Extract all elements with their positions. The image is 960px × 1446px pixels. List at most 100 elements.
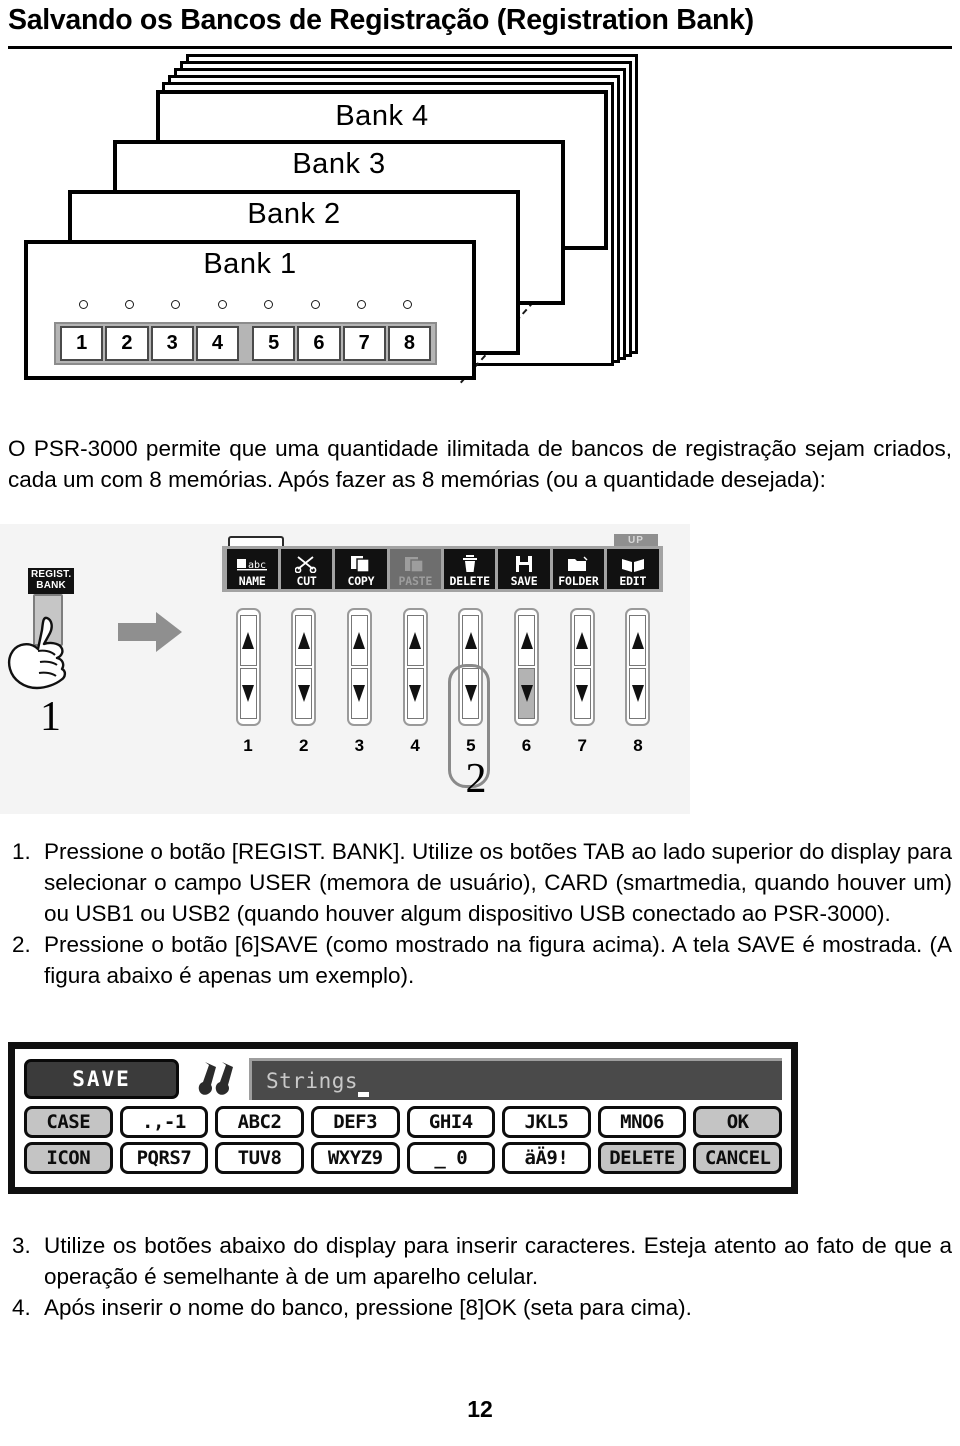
memory-led [60,300,106,318]
instruction-text: Pressione o botão [6]SAVE (como mostrado… [44,932,952,988]
lcd-key-abc2[interactable]: ABC2 [215,1106,304,1138]
down-button[interactable] [629,668,647,719]
instruction-text: Após inserir o nome do banco, pressione … [44,1295,692,1320]
memory-button[interactable]: 6 [297,326,341,361]
toolbar-button-delete[interactable]: DELETE [444,549,496,589]
name-abc-icon: abc [237,554,268,574]
folder-icon [567,554,589,574]
updown-number: 1 [243,736,253,755]
memory-button[interactable]: 4 [195,326,239,361]
toolbar-button-edit[interactable]: EDIT [607,549,659,589]
down-button[interactable] [295,668,313,719]
lcd-key-icon[interactable]: ICON [24,1142,113,1174]
panel-operation-figure: REGIST. BANK 1 UP abc NAME CUT COPY PAST… [0,524,690,814]
instruction-number: 2. [12,932,31,957]
lcd-key-punct1[interactable]: .,-1 [119,1106,209,1138]
lcd-key-tuv8[interactable]: TUV8 [215,1142,304,1174]
lcd-key-ghi4[interactable]: GHI4 [406,1106,496,1138]
updown-number: 4 [410,736,420,755]
up-button[interactable] [350,615,368,666]
down-button[interactable] [518,668,536,719]
down-button[interactable] [462,668,480,719]
toolbar-button-label: NAME [238,574,266,588]
updown-number: 8 [633,736,643,755]
lcd-key-jkl5[interactable]: JKL5 [502,1106,591,1138]
updown-button-1[interactable]: 1 [228,608,268,768]
memory-led [199,300,245,318]
instruction-text: Pressione o botão [REGIST. BANK]. Utiliz… [44,839,952,926]
updown-number: 6 [521,736,532,755]
step-1-number: 1 [40,694,61,740]
lcd-key-pqrs7[interactable]: PQRS7 [119,1142,209,1174]
toolbar-button-save[interactable]: SAVE [498,549,550,589]
memory-button[interactable]: 3 [150,326,194,361]
up-button[interactable] [406,615,424,666]
up-button[interactable] [462,615,480,666]
updown-button-5[interactable]: 5 [451,608,491,768]
instruction-list-a: 1. Pressione o botão [REGIST. BANK]. Uti… [8,836,952,991]
page-title: Salvando os Bancos de Registração (Regis… [8,4,754,36]
lcd-key-cancel[interactable]: CANCEL [693,1142,782,1174]
updown-button-7[interactable]: 7 [562,608,602,768]
down-button[interactable] [573,668,591,719]
memory-button-row: 1 2 3 4 5 6 7 8 [54,322,437,365]
down-button[interactable] [350,668,368,719]
toolbar-button-label: PASTE [398,574,433,588]
lcd-key-row-2: ICON PQRS7 TUV8 WXYZ9 _ 0 äÄ9! DELETE CA… [24,1142,782,1174]
up-button[interactable] [295,615,313,666]
lcd-key-def3[interactable]: DEF3 [310,1106,400,1138]
memory-led [338,300,384,318]
strings-instrument-icon [193,1058,245,1100]
text-cursor [358,1092,369,1097]
memory-button[interactable]: 5 [252,326,296,361]
lcd-key-case[interactable]: CASE [24,1106,113,1138]
toolbar-button-label: EDIT [619,574,647,588]
lcd-key-mno6[interactable]: MNO6 [597,1106,687,1138]
memory-led [106,300,152,318]
up-button[interactable] [239,615,257,666]
updown-button-3[interactable]: 3 [339,608,379,768]
memory-button[interactable]: 2 [105,326,149,361]
lcd-key-ok[interactable]: OK [693,1106,782,1138]
toolbar-button-label: FOLDER [558,574,599,588]
lcd-key-delete[interactable]: DELETE [597,1142,687,1174]
instruction-number: 3. [12,1233,31,1258]
down-button[interactable] [406,668,424,719]
updown-button-6[interactable]: 6 [507,608,547,768]
memory-button[interactable]: 8 [387,326,431,361]
toolbar-button-cut[interactable]: CUT [280,549,333,589]
up-button[interactable] [629,615,647,666]
instruction-item: 4. Após inserir o nome do banco, pressio… [8,1292,952,1323]
lcd-key-space0[interactable]: _ 0 [406,1142,496,1174]
down-button[interactable] [239,668,257,719]
memory-led [292,300,338,318]
up-button[interactable] [518,615,536,666]
regist-bank-label-line1: REGIST. [31,569,72,580]
toolbar-button-label: SAVE [510,574,538,588]
instruction-item: 2. Pressione o botão [6]SAVE (como mostr… [8,929,952,991]
memory-led-row [54,300,437,318]
updown-button-2[interactable]: 2 [284,608,324,768]
bank-name-input[interactable]: Strings [249,1058,782,1100]
updown-button-4[interactable]: 4 [395,608,435,768]
toolbar-button-copy[interactable]: COPY [335,549,387,589]
memory-led [385,300,431,318]
updown-number: 3 [354,736,365,755]
memory-button[interactable]: 7 [342,326,386,361]
updown-button-8[interactable]: 8 [618,608,658,768]
lcd-key-wxyz9[interactable]: WXYZ9 [310,1142,400,1174]
toolbar-button-name[interactable]: abc NAME [226,549,278,589]
bank-card-label: Bank 1 [203,248,297,280]
updown-number: 2 [298,736,309,755]
toolbar-button-label: COPY [347,574,375,588]
lcd-toolbar: abc NAME CUT COPY PASTE DELETE SAVE FOLD… [222,546,663,592]
instruction-list-b: 3. Utilize os botões abaixo do display p… [8,1230,952,1323]
instruction-item: 1. Pressione o botão [REGIST. BANK]. Uti… [8,836,952,929]
up-button[interactable] [573,615,591,666]
lcd-key-accents[interactable]: äÄ9! [502,1142,591,1174]
bank-card-label: Bank 3 [292,148,386,180]
instruction-number: 1. [12,839,31,864]
memory-button[interactable]: 1 [60,326,104,361]
toolbar-button-folder[interactable]: FOLDER [552,549,605,589]
toolbar-button-paste: PASTE [389,549,441,589]
